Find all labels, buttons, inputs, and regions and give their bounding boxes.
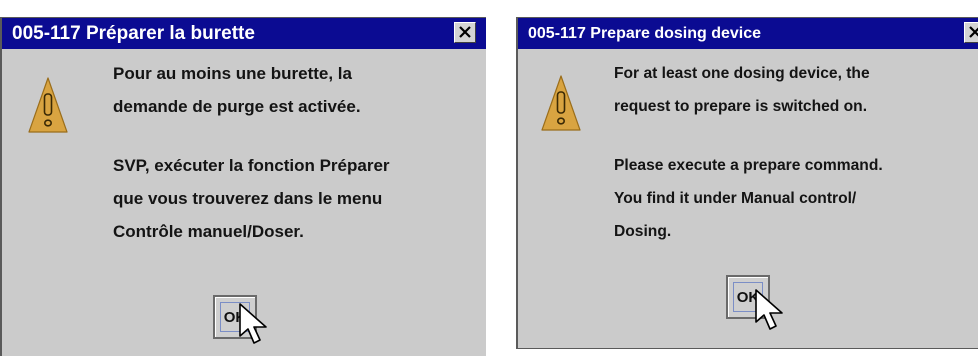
close-icon — [459, 26, 471, 38]
message-line: Pour au moins une burette, la — [113, 64, 352, 83]
message-line: For at least one dosing device, the — [614, 65, 870, 82]
dialog-titlebar: 005-117 Préparer la burette — [2, 18, 486, 49]
warning-icon — [28, 77, 68, 133]
close-icon — [969, 26, 978, 38]
message-line: You find it under Manual control/ — [614, 190, 857, 207]
ok-button[interactable]: OK — [726, 275, 770, 319]
message-line: demande de purge est activée. — [113, 97, 361, 116]
dialog-message: For at least one dosing device, the requ… — [614, 57, 883, 248]
close-button[interactable] — [964, 22, 978, 43]
ok-button-label: OK — [733, 282, 763, 312]
ok-button-label: OK — [220, 302, 250, 332]
dialog-title: 005-117 Préparer la burette — [12, 23, 255, 44]
message-line: Contrôle manuel/Doser. — [113, 222, 304, 241]
dialog-title: 005-117 Prepare dosing device — [528, 25, 762, 42]
message-line: SVP, exécuter la fonction Préparer — [113, 156, 390, 175]
message-line: request to prepare is switched on. — [614, 98, 868, 115]
message-line: Please execute a prepare command. — [614, 157, 883, 174]
dialog-message: Pour au moins une burette, la demande de… — [113, 57, 390, 248]
message-line: que vous trouverez dans le menu — [113, 189, 383, 208]
dialog-prepare-dosing-device-en: 005-117 Prepare dosing device For at lea… — [516, 17, 978, 349]
warning-icon — [541, 75, 581, 131]
ok-button[interactable]: OK — [213, 295, 257, 339]
message-line: Dosing. — [614, 223, 672, 240]
dialog-titlebar: 005-117 Prepare dosing device — [518, 18, 978, 49]
close-button[interactable] — [454, 22, 476, 43]
dialog-prepare-burette-fr: 005-117 Préparer la burette Pour au moin… — [0, 17, 486, 356]
